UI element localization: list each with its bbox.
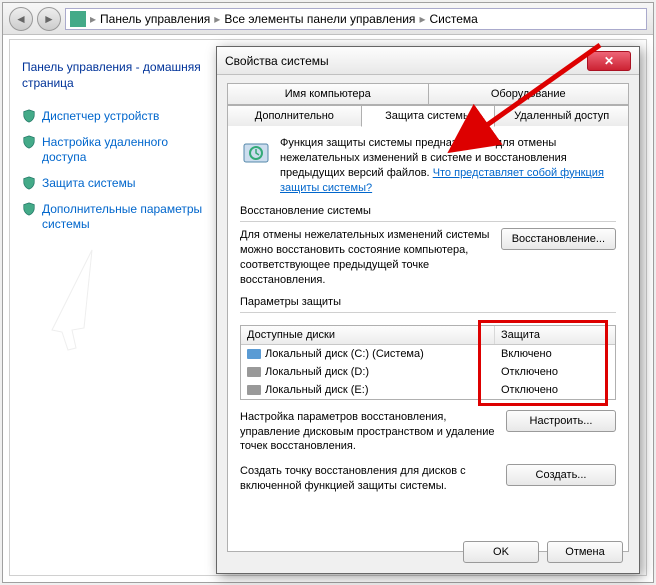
shield-icon bbox=[22, 176, 36, 190]
tab-computer-name[interactable]: Имя компьютера bbox=[227, 83, 429, 105]
disk-name: Локальный диск (E:) bbox=[265, 384, 369, 396]
col-status: Защита bbox=[495, 326, 615, 344]
nav-device-manager[interactable]: Диспетчер устройств bbox=[22, 109, 212, 125]
protection-group-label: Параметры защиты bbox=[240, 296, 616, 308]
disk-icon bbox=[247, 367, 261, 377]
ok-button[interactable]: OK bbox=[463, 541, 539, 563]
tab-panel: Функция защиты системы предназначена для… bbox=[227, 126, 629, 552]
table-row[interactable]: Локальный диск (C:) (Система) Включено bbox=[241, 345, 615, 363]
disk-table[interactable]: Доступные диски Защита Локальный диск (C… bbox=[240, 325, 616, 400]
disk-icon bbox=[247, 349, 261, 359]
tab-remote[interactable]: Удаленный доступ bbox=[494, 105, 629, 127]
create-text: Создать точку восстановления для дисков … bbox=[240, 464, 498, 494]
configure-button[interactable]: Настроить... bbox=[506, 410, 616, 432]
create-button[interactable]: Создать... bbox=[506, 464, 616, 486]
disk-status: Отключено bbox=[495, 363, 615, 381]
info-text: Функция защиты системы предназначена для… bbox=[280, 136, 616, 195]
disk-status: Отключено bbox=[495, 381, 615, 399]
disk-name: Локальный диск (D:) bbox=[265, 366, 369, 378]
tabs-container: Имя компьютера Оборудование Дополнительн… bbox=[217, 75, 639, 552]
leftnav-title[interactable]: Панель управления - домашняя страница bbox=[22, 60, 212, 91]
restore-icon bbox=[240, 136, 272, 168]
close-button[interactable]: ✕ bbox=[587, 51, 631, 71]
nav-label: Защита системы bbox=[42, 176, 135, 192]
config-text: Настройка параметров восстановления, упр… bbox=[240, 410, 498, 455]
table-row[interactable]: Локальный диск (D:) Отключено bbox=[241, 363, 615, 381]
restore-button[interactable]: Восстановление... bbox=[501, 228, 616, 250]
nav-system-protection[interactable]: Защита системы bbox=[22, 176, 212, 192]
crumb-control-panel[interactable]: Панель управления bbox=[100, 12, 210, 26]
nav-label: Дополнительные параметры системы bbox=[42, 202, 212, 233]
disk-name: Локальный диск (C:) (Система) bbox=[265, 348, 424, 360]
back-button[interactable]: ◄ bbox=[9, 7, 33, 31]
nav-label: Диспетчер устройств bbox=[42, 109, 159, 125]
tab-hardware[interactable]: Оборудование bbox=[428, 83, 630, 105]
disk-status: Включено bbox=[495, 345, 615, 363]
forward-button[interactable]: ► bbox=[37, 7, 61, 31]
system-properties-dialog: Свойства системы ✕ Имя компьютера Оборуд… bbox=[216, 46, 640, 574]
restore-group-label: Восстановление системы bbox=[240, 205, 616, 217]
dialog-title: Свойства системы bbox=[225, 54, 587, 68]
tab-system-protection[interactable]: Защита системы bbox=[361, 105, 496, 127]
nav-advanced-settings[interactable]: Дополнительные параметры системы bbox=[22, 202, 212, 233]
nav-remote-access[interactable]: Настройка удаленного доступа bbox=[22, 135, 212, 166]
shield-icon bbox=[22, 135, 36, 149]
shield-icon bbox=[22, 202, 36, 216]
crumb-all-items[interactable]: Все элементы панели управления bbox=[224, 12, 415, 26]
col-disks: Доступные диски bbox=[241, 326, 495, 344]
shield-icon bbox=[22, 109, 36, 123]
breadcrumb[interactable]: ▸ Панель управления ▸ Все элементы панел… bbox=[65, 8, 647, 30]
address-bar: ◄ ► ▸ Панель управления ▸ Все элементы п… bbox=[3, 3, 653, 35]
cancel-button[interactable]: Отмена bbox=[547, 541, 623, 563]
dialog-titlebar: Свойства системы ✕ bbox=[217, 47, 639, 75]
restore-text: Для отмены нежелательных изменений систе… bbox=[240, 228, 493, 287]
nav-label: Настройка удаленного доступа bbox=[42, 135, 212, 166]
crumb-system[interactable]: Система bbox=[429, 12, 477, 26]
tab-advanced[interactable]: Дополнительно bbox=[227, 105, 362, 127]
table-row[interactable]: Локальный диск (E:) Отключено bbox=[241, 381, 615, 399]
disk-icon bbox=[247, 385, 261, 395]
system-icon bbox=[70, 11, 86, 27]
left-nav: Панель управления - домашняя страница Ди… bbox=[22, 60, 212, 243]
